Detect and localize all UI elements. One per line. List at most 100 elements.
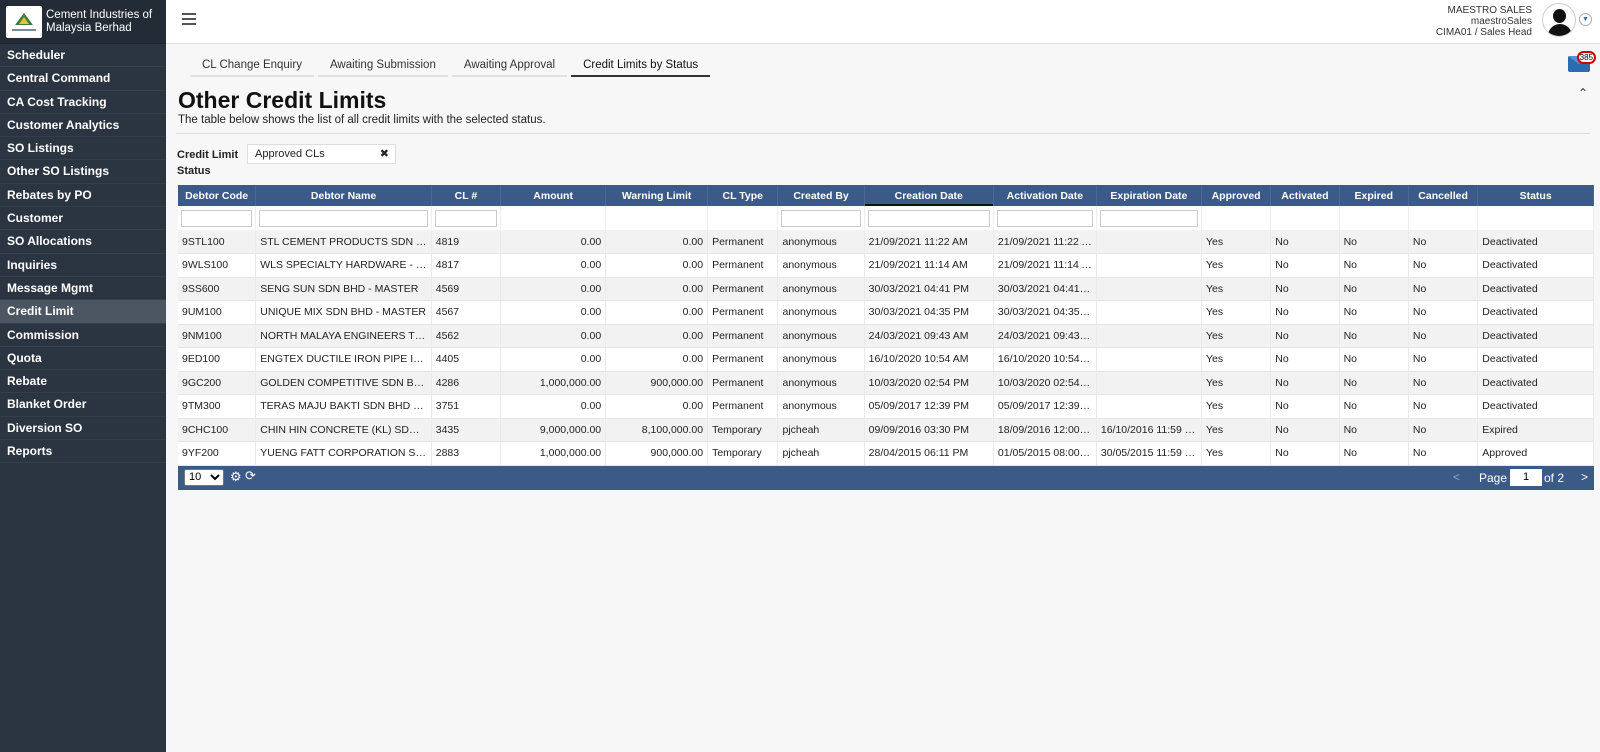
table-row[interactable]: 9UM100 UNIQUE MIX SDN BHD - MASTER 4567 0.0… bbox=[178, 300, 1594, 325]
sidebar-item-so-allocations[interactable]: SO Allocations bbox=[0, 230, 166, 254]
sidebar-item-rebates-by-po[interactable]: Rebates by PO bbox=[0, 184, 166, 208]
table-row[interactable]: 9YF200YUENG FATT CORPORATION SDN BHD2883… bbox=[178, 441, 1594, 466]
table-row[interactable]: 9WLS100WLS SPECIALTY HARDWARE - DIRECT48… bbox=[178, 253, 1594, 278]
cell-activation-date: 18/09/2016 12:00 AM bbox=[993, 418, 1097, 442]
filter-input-expiration-date[interactable] bbox=[1099, 209, 1198, 227]
user-info: MAESTRO SALES maestroSales CIMA01 / Sale… bbox=[1436, 5, 1532, 38]
tab-cl-change-enquiry[interactable]: CL Change Enquiry bbox=[190, 56, 314, 77]
sidebar-item-customer-analytics[interactable]: Customer Analytics bbox=[0, 114, 166, 138]
column-header-expired[interactable]: Expired bbox=[1339, 185, 1409, 206]
filter-input-created-by[interactable] bbox=[781, 209, 861, 227]
gear-icon[interactable]: ⚙ bbox=[230, 469, 242, 485]
column-header-status[interactable]: Status bbox=[1477, 185, 1594, 206]
sidebar-item-customer[interactable]: Customer bbox=[0, 207, 166, 231]
cell-cancelled: No bbox=[1408, 347, 1479, 372]
column-header-cl[interactable]: CL # bbox=[431, 185, 502, 206]
avatar[interactable] bbox=[1542, 3, 1576, 37]
table-row[interactable]: 9ED100ENGTEX DUCTILE IRON PIPE INDUSTRY4… bbox=[178, 347, 1594, 372]
cell-expiration-date bbox=[1096, 300, 1202, 325]
cell-expired: No bbox=[1339, 418, 1409, 442]
table-header-row: Debtor Code Debtor Name CL # Amount Warning … bbox=[178, 185, 1594, 206]
filter-cell bbox=[431, 206, 502, 230]
tab-awaiting-approval[interactable]: Awaiting Approval bbox=[451, 56, 568, 77]
filter-cell bbox=[1201, 206, 1272, 230]
user-role: CIMA01 / Sales Head bbox=[1435, 27, 1532, 38]
sidebar-item-rebate[interactable]: Rebate bbox=[0, 370, 166, 394]
cell-debtor-code: 9YF200 bbox=[178, 441, 257, 466]
column-header-warning-limit[interactable]: Warning Limit bbox=[605, 185, 709, 206]
next-page-button[interactable]: > bbox=[1581, 470, 1588, 484]
sidebar-item-so-listings[interactable]: SO Listings bbox=[0, 137, 166, 161]
cell-creation-date: 05/09/2017 12:39 PM bbox=[864, 394, 994, 419]
cell-activated: No bbox=[1270, 230, 1340, 254]
tab-awaiting-submission[interactable]: Awaiting Submission bbox=[317, 56, 448, 77]
filter-input-cl[interactable] bbox=[434, 209, 498, 227]
table-row[interactable]: 9GC200GOLDEN COMPETITIVE SDN BHD - MASTE… bbox=[178, 371, 1594, 395]
sidebar-item-commission[interactable]: Commission bbox=[0, 324, 166, 347]
sidebar-item-central-command[interactable]: Central Command bbox=[0, 67, 166, 91]
credit-limit-status-select[interactable]: Approved CLs ✖ bbox=[247, 144, 396, 164]
user-menu-chevron-down-icon[interactable]: ▼ bbox=[1579, 13, 1592, 26]
cell-warning-limit: 0.00 bbox=[605, 230, 709, 254]
column-header-activated[interactable]: Activated bbox=[1270, 185, 1340, 206]
column-header-created-by[interactable]: Created By bbox=[777, 185, 865, 206]
table-row[interactable]: 9NM100NORTH MALAYA ENGINEERS TRADING4562… bbox=[178, 324, 1594, 348]
filter-input-debtor-code[interactable] bbox=[181, 209, 253, 227]
cell-created-by: anonymous bbox=[777, 371, 865, 395]
tab-credit-limits-by-status[interactable]: Credit Limits by Status bbox=[571, 56, 711, 77]
cell-cancelled: No bbox=[1408, 324, 1479, 348]
cell-activated: No bbox=[1270, 394, 1340, 419]
sidebar-item-blanket-order[interactable]: Blanket Order bbox=[0, 393, 166, 417]
user-display-name: MAESTRO SALES bbox=[1447, 5, 1532, 16]
column-header-cl-type[interactable]: CL Type bbox=[707, 185, 779, 206]
sidebar-item-scheduler[interactable]: Scheduler bbox=[0, 44, 166, 68]
sidebar-item-diversion-so[interactable]: Diversion SO bbox=[0, 417, 166, 441]
column-header-amount[interactable]: Amount bbox=[500, 185, 607, 206]
filter-input-activation-date[interactable] bbox=[996, 209, 1093, 227]
table-row[interactable]: 9TM300TERAS MAJU BAKTI SDN BHD - DIRECT3… bbox=[178, 394, 1594, 419]
column-header-debtor-name[interactable]: Debtor Name bbox=[255, 185, 432, 206]
cell-status: Deactivated bbox=[1477, 324, 1594, 348]
mail-icon[interactable]: 385 bbox=[1568, 51, 1596, 72]
sidebar-item-ca-cost-tracking[interactable]: CA Cost Tracking bbox=[0, 91, 166, 114]
cell-debtor-code: 9STL100 bbox=[178, 230, 257, 254]
hamburger-menu-icon[interactable] bbox=[182, 13, 196, 25]
refresh-icon[interactable]: ⟳ bbox=[245, 468, 256, 484]
page-label: Page bbox=[1478, 470, 1507, 485]
cell-cancelled: No bbox=[1408, 441, 1479, 466]
table-row[interactable]: 9STL100STL CEMENT PRODUCTS SDN BHD - MAS… bbox=[178, 230, 1594, 254]
collapse-chevron-up-icon[interactable]: ⌃ bbox=[1578, 86, 1588, 100]
cell-amount: 0.00 bbox=[500, 300, 607, 325]
page-size-select[interactable]: 102050 bbox=[184, 468, 224, 486]
table-row[interactable]: 9SS600 SENG SUN SDN BHD - MASTER 4569 0.00 0… bbox=[178, 277, 1594, 301]
sidebar-item-inquiries[interactable]: Inquiries bbox=[0, 254, 166, 277]
page-number-input[interactable] bbox=[1510, 468, 1542, 486]
prev-page-button[interactable]: < bbox=[1453, 470, 1460, 484]
sidebar-item-reports[interactable]: Reports bbox=[0, 440, 166, 464]
cell-created-by: anonymous bbox=[777, 347, 865, 372]
column-header-debtor-code[interactable]: Debtor Code bbox=[178, 185, 257, 206]
column-header-expiration-date[interactable]: Expiration Date bbox=[1096, 185, 1202, 206]
sidebar-item-quota[interactable]: Quota bbox=[0, 347, 166, 371]
cell-approved: Yes bbox=[1201, 277, 1272, 301]
cell-cl-type: Permanent bbox=[707, 371, 779, 395]
cell-expiration-date bbox=[1096, 230, 1202, 254]
brand[interactable]: Cement Industries of Malaysia Berhad bbox=[0, 0, 166, 44]
cell-debtor-code: 9ED100 bbox=[178, 347, 257, 372]
table-row[interactable]: 9CHC100 CHIN HIN CONCRETE (KL) SDN BHD 343… bbox=[178, 418, 1594, 442]
cell-activated: No bbox=[1270, 371, 1340, 395]
sidebar-item-message-mgmt[interactable]: Message Mgmt bbox=[0, 277, 166, 301]
filter-input-debtor-name[interactable] bbox=[259, 209, 428, 227]
column-header-cancelled[interactable]: Cancelled bbox=[1408, 185, 1479, 206]
cell-approved: Yes bbox=[1201, 394, 1272, 419]
column-header-activation-date[interactable]: Activation Date bbox=[993, 185, 1097, 206]
filter-cell bbox=[605, 206, 709, 230]
filter-input-creation-date[interactable] bbox=[867, 209, 990, 227]
clear-x-icon[interactable]: ✖ bbox=[380, 145, 389, 163]
total-pages-label: of 2 bbox=[1543, 470, 1564, 485]
sidebar-item-credit-limit[interactable]: Credit Limit bbox=[0, 300, 166, 324]
cell-approved: Yes bbox=[1201, 230, 1272, 254]
column-header-creation-date[interactable]: Creation Date bbox=[864, 185, 994, 206]
column-header-approved[interactable]: Approved bbox=[1201, 185, 1272, 206]
sidebar-item-other-so-listings[interactable]: Other SO Listings bbox=[0, 160, 166, 184]
